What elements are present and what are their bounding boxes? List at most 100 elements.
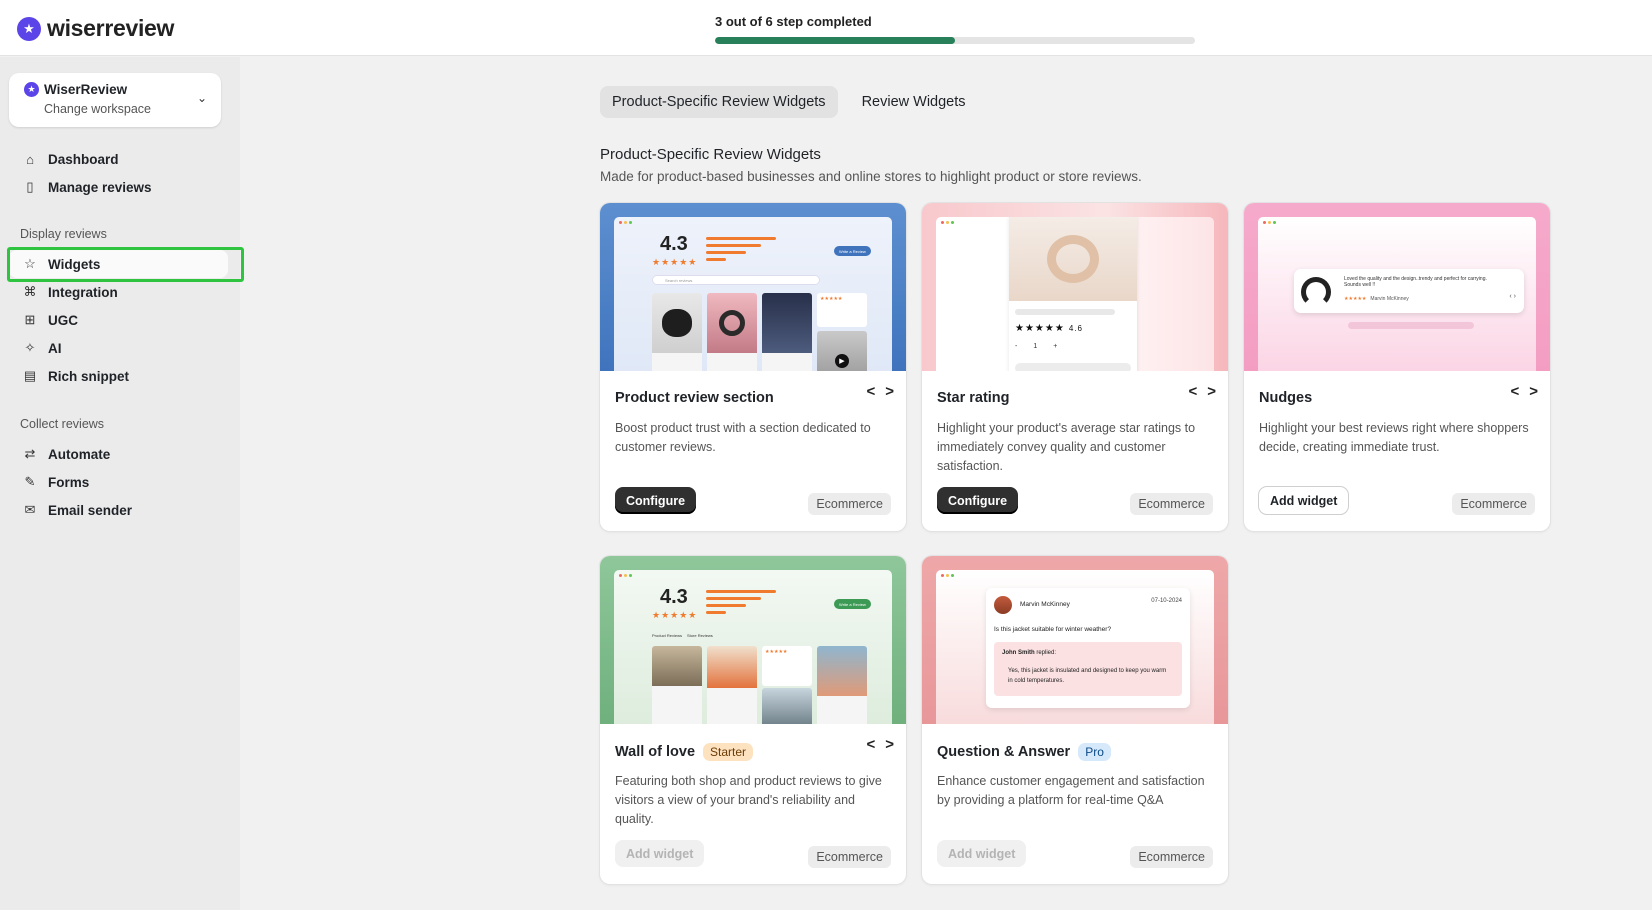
preview-question: Is this jacket suitable for winter weath… <box>994 626 1112 633</box>
sidebar: ★ WiserReview Change workspace ⌄ ⌂ Dashb… <box>0 57 240 910</box>
mail-icon: ✉ <box>24 502 36 517</box>
sidebar-item-label: UGC <box>48 312 78 328</box>
category-tag: Ecommerce <box>1130 846 1213 868</box>
top-bar: ★ wiserreview 3 out of 6 step completed <box>0 0 1652 56</box>
section-title: Product-Specific Review Widgets <box>600 146 821 163</box>
category-tag: Ecommerce <box>808 493 891 515</box>
card-title: Question & Answer Pro <box>937 743 1111 761</box>
setup-progress[interactable]: 3 out of 6 step completed <box>715 14 1195 44</box>
widget-card-star-rating[interactable]: ★★★★★ 4.6 -1 + < > Star rating Highlight y… <box>922 203 1228 531</box>
card-title: Star rating <box>937 390 1010 406</box>
preview-asker: Marvin McKinney <box>1020 601 1070 608</box>
card-title-text: Star rating <box>937 390 1010 406</box>
sidebar-item-rich-snippet[interactable]: ▤ Rich snippet <box>9 362 228 390</box>
configure-button[interactable]: Configure <box>615 487 697 514</box>
card-description: Boost product trust with a section dedic… <box>615 421 871 454</box>
preview-stars: ★★★★★ <box>652 257 698 267</box>
card-title-text: Question & Answer <box>937 744 1071 760</box>
chevron-right-icon[interactable]: > <box>1207 383 1216 400</box>
preview-rating: 4.3 <box>660 586 688 608</box>
sidebar-item-ugc[interactable]: ⊞ UGC <box>9 306 228 334</box>
widget-card-product-review-section[interactable]: 4.3 ★★★★★ Write a Review Search reviews … <box>600 203 906 531</box>
chevron-right-icon[interactable]: > <box>1529 383 1538 400</box>
sidebar-item-automate[interactable]: ⇄ Automate <box>9 440 228 468</box>
preview-author: Marvin McKinney <box>1370 296 1409 302</box>
add-widget-button[interactable]: Add widget <box>937 840 1027 867</box>
card-description: Featuring both shop and product reviews … <box>615 774 882 826</box>
card-preview: 4.3 ★★★★★ Write a Review Search reviews … <box>600 203 906 371</box>
sidebar-item-ai[interactable]: ✧ AI <box>9 334 228 362</box>
sidebar-item-label: Rich snippet <box>48 368 130 384</box>
document-icon: ▯ <box>26 179 34 194</box>
preview-qa-card: Marvin McKinney 07-10-2024 Is this jacke… <box>986 588 1190 708</box>
collect-reviews-heading: Collect reviews <box>20 417 105 431</box>
preview-answer: Yes, this jacket is insulated and design… <box>1008 668 1167 684</box>
brand-logo[interactable]: ★ wiserreview <box>17 15 174 42</box>
logo-star-icon: ★ <box>17 16 41 41</box>
preview-date: 07-10-2024 <box>1151 598 1182 604</box>
sparkle-icon: ✧ <box>24 340 36 355</box>
card-preview: 4.3 ★★★★★ Write a Review Product Reviews… <box>600 556 906 724</box>
sidebar-item-integration[interactable]: ⌘ Integration <box>9 278 228 306</box>
chevron-right-icon[interactable]: > <box>885 383 894 400</box>
chevron-right-icon[interactable]: > <box>885 736 894 753</box>
workspace-logo-icon: ★ <box>24 82 39 97</box>
card-title: Wall of love Starter <box>615 743 754 761</box>
tab-review-widgets[interactable]: Review Widgets <box>850 86 978 118</box>
preview-write-review: Write a Review <box>834 246 871 256</box>
snippet-icon: ▤ <box>23 368 37 383</box>
repeat-icon: ⇄ <box>24 446 36 461</box>
card-preview: Loved the quality and the design..trendy… <box>1244 203 1550 371</box>
chevron-down-icon: ⌄ <box>196 91 207 105</box>
add-widget-button[interactable]: Add widget <box>615 840 705 867</box>
preview-rating: 4.6 <box>1068 324 1083 333</box>
change-workspace-label: Change workspace <box>44 102 152 116</box>
widget-card-question-answer[interactable]: Marvin McKinney 07-10-2024 Is this jacke… <box>922 556 1228 884</box>
configure-button[interactable]: Configure <box>937 487 1019 514</box>
progress-label: 3 out of 6 step completed <box>715 14 872 29</box>
grid-icon: ⌘ <box>23 284 37 299</box>
workspace-name: WiserReview <box>44 82 128 97</box>
sidebar-item-forms[interactable]: ✎ Forms <box>9 468 228 496</box>
preview-replied-label: replied: <box>1036 650 1057 656</box>
chevron-left-icon[interactable]: < <box>1188 383 1197 400</box>
card-description: Highlight your product's average star ra… <box>937 421 1196 473</box>
progress-track <box>715 37 1195 44</box>
widget-card-nudges[interactable]: Loved the quality and the design..trendy… <box>1244 203 1550 531</box>
add-widget-button[interactable]: Add widget <box>1259 487 1349 514</box>
sidebar-item-email-sender[interactable]: ✉ Email sender <box>9 496 228 524</box>
sidebar-item-label: Manage reviews <box>48 179 152 195</box>
chevron-left-icon[interactable]: < <box>1510 383 1519 400</box>
chevron-left-icon[interactable]: < <box>866 383 875 400</box>
card-title-text: Product review section <box>615 390 774 406</box>
card-title: Nudges <box>1259 390 1312 406</box>
sidebar-item-label: Dashboard <box>48 151 119 167</box>
card-title-text: Nudges <box>1259 390 1313 406</box>
sidebar-item-label: Email sender <box>48 502 133 518</box>
workspace-switcher[interactable]: ★ WiserReview Change workspace ⌄ <box>9 73 221 127</box>
preview-rating: 4.3 <box>660 233 688 255</box>
card-title: Product review section <box>615 390 774 406</box>
preview-write-review: Write a Review <box>834 599 871 609</box>
preview-carousel-arrows: < > <box>1188 383 1216 400</box>
sidebar-item-manage-reviews[interactable]: ▯ Manage reviews <box>9 173 228 201</box>
active-item-highlight <box>7 247 244 282</box>
widget-tabs: Product-Specific Review Widgets Review W… <box>600 86 978 118</box>
preview-review-tabs: Product Reviews Store Reviews <box>652 633 713 638</box>
plan-badge: Starter <box>703 743 754 761</box>
form-icon: ✎ <box>24 474 36 489</box>
preview-qty-stepper: -1 + <box>1015 343 1058 350</box>
category-tag: Ecommerce <box>808 846 891 868</box>
card-description: Highlight your best reviews right where … <box>1259 421 1529 454</box>
widget-card-wall-of-love[interactable]: 4.3 ★★★★★ Write a Review Product Reviews… <box>600 556 906 884</box>
section-description: Made for product-based businesses and on… <box>600 169 1142 184</box>
card-description: Enhance customer engagement and satisfac… <box>937 774 1205 807</box>
preview-carousel-arrows: < > <box>866 736 894 753</box>
preview-replier: John Smith <box>1002 650 1035 656</box>
sidebar-item-label: Forms <box>48 474 90 490</box>
preview-star-row: ★★★★★ 4.6 <box>1015 323 1083 334</box>
tab-product-specific[interactable]: Product-Specific Review Widgets <box>600 86 838 118</box>
chevron-left-icon[interactable]: < <box>866 736 875 753</box>
sidebar-item-dashboard[interactable]: ⌂ Dashboard <box>9 145 228 173</box>
category-tag: Ecommerce <box>1130 493 1213 515</box>
